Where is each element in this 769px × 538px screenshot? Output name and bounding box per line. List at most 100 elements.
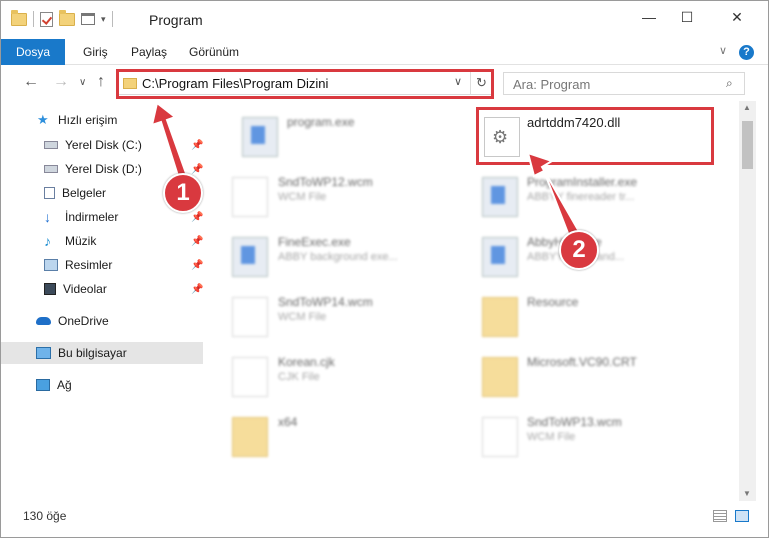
sidebar-item-label: Bu bilgisayar — [58, 346, 127, 360]
sidebar-item-label: Resimler — [65, 258, 113, 272]
address-dropdown-icon[interactable]: ∨ — [454, 75, 462, 88]
file-name: ProgramInstaller.exe — [527, 175, 638, 189]
exe-icon — [242, 117, 278, 157]
navigation-bar: ← → ∨ ↑ C:\Program Files\Program Dizini … — [1, 65, 768, 101]
address-path[interactable]: C:\Program Files\Program Dizini — [142, 76, 328, 91]
star-icon: ★ — [37, 112, 49, 127]
details-view-icon[interactable] — [713, 510, 727, 522]
vertical-scrollbar[interactable]: ▲ ▼ — [739, 101, 756, 501]
sidebar-item-label: Yerel Disk (D:) — [65, 162, 142, 176]
file-type: ABBYY finereader tr... — [527, 191, 635, 203]
file-item[interactable]: Korean.cjk CJK File — [206, 345, 451, 401]
help-icon[interactable]: ? — [739, 45, 754, 60]
sidebar-item-disk-c[interactable]: Yerel Disk (C:) 📌 — [1, 134, 203, 156]
file-name: x64 — [278, 415, 298, 429]
new-folder-icon[interactable] — [59, 9, 75, 26]
file-item[interactable]: SndToWP13.wcm WCM File — [456, 405, 701, 461]
file-name: SndToWP12.wcm — [278, 175, 373, 189]
exe-icon — [232, 237, 268, 277]
folder-icon — [11, 9, 27, 26]
sidebar-item-music[interactable]: ♪ Müzik 📌 — [1, 230, 203, 252]
download-icon: ↓ — [44, 209, 51, 225]
close-button[interactable]: ✕ — [714, 1, 760, 33]
file-name: program.exe — [287, 115, 355, 129]
tab-home[interactable]: Giriş — [73, 39, 118, 65]
search-placeholder: Ara: Program — [513, 77, 591, 92]
file-name: SndToWP13.wcm — [527, 415, 622, 429]
search-icon[interactable]: ⌕ — [726, 76, 733, 91]
file-item[interactable]: Microsoft.VC90.CRT — [456, 345, 701, 401]
properties-icon[interactable] — [40, 11, 53, 27]
sidebar-item-label: Yerel Disk (C:) — [65, 138, 142, 152]
forward-arrow-icon[interactable]: → — [53, 73, 69, 91]
folder-icon — [232, 417, 268, 457]
tab-view[interactable]: Görünüm — [179, 39, 249, 65]
maximize-button[interactable]: ☐ — [664, 1, 710, 33]
drive-icon — [44, 165, 58, 173]
file-item[interactable]: program.exe — [216, 105, 461, 161]
sidebar-item-this-pc[interactable]: Bu bilgisayar — [1, 342, 203, 364]
up-arrow-icon[interactable]: ↑ — [97, 73, 105, 91]
exe-icon — [482, 237, 518, 277]
folder-icon — [482, 357, 518, 397]
sidebar-item-quick-access[interactable]: ★ Hızlı erişim — [1, 109, 203, 131]
sidebar-item-onedrive[interactable]: OneDrive — [1, 310, 203, 332]
ribbon: Dosya Giriş Paylaş Görünüm ∨ ? — [1, 39, 768, 65]
item-count: 130 öğe — [23, 509, 67, 523]
explorer-window: ▾ Program — ☐ ✕ Dosya Giriş Paylaş Görün… — [0, 0, 769, 538]
music-icon: ♪ — [44, 233, 51, 249]
file-name: adrtddm7420.dll — [527, 115, 621, 130]
scroll-down-icon[interactable]: ▼ — [743, 489, 751, 498]
sidebar-item-network[interactable]: Ağ — [1, 374, 203, 396]
quick-access-toolbar: ▾ — [11, 9, 113, 27]
pin-icon[interactable]: 📌 — [191, 212, 203, 223]
sidebar-item-label: Ağ — [57, 378, 72, 392]
tab-file[interactable]: Dosya — [1, 39, 65, 65]
scroll-up-icon[interactable]: ▲ — [743, 103, 751, 112]
customize-icon[interactable] — [81, 13, 95, 25]
file-list: program.exe ⚙ adrtddm7420.dll SndToWP12.… — [206, 101, 739, 501]
pin-icon[interactable]: 📌 — [191, 260, 203, 271]
sidebar-item-label: Belgeler — [62, 186, 107, 200]
dll-gear-icon: ⚙ — [484, 117, 520, 157]
window-title: Program — [149, 12, 203, 28]
tab-share[interactable]: Paylaş — [121, 39, 177, 65]
drive-icon — [44, 141, 58, 149]
address-bar[interactable]: C:\Program Files\Program Dizini ∨ ↻ — [117, 71, 493, 95]
file-name: SndToWP14.wcm — [278, 295, 373, 309]
computer-icon — [36, 347, 51, 359]
step-badge-2: 2 — [559, 230, 599, 270]
pin-icon[interactable]: 📌 — [191, 164, 203, 175]
file-name: FineExec.exe — [278, 235, 351, 249]
pin-icon[interactable]: 📌 — [191, 140, 203, 151]
divider — [111, 11, 113, 27]
file-icon — [232, 357, 268, 397]
file-item[interactable]: ⚙ adrtddm7420.dll — [466, 105, 711, 161]
scrollbar-thumb[interactable] — [742, 121, 753, 169]
file-icon — [232, 177, 268, 217]
file-name: Microsoft.VC90.CRT — [527, 355, 637, 369]
cloud-icon — [36, 317, 51, 325]
pin-icon[interactable]: 📌 — [191, 284, 203, 295]
refresh-icon[interactable]: ↻ — [470, 72, 492, 94]
file-item[interactable]: x64 — [206, 405, 451, 461]
sidebar-item-label: İndirmeler — [65, 210, 119, 224]
file-type: WCM File — [527, 431, 576, 443]
file-item[interactable]: SndToWP12.wcm WCM File — [206, 165, 451, 221]
file-item[interactable]: ProgramInstaller.exe ABBYY finereader tr… — [456, 165, 701, 221]
file-item[interactable]: SndToWP14.wcm WCM File — [206, 285, 451, 341]
dropdown-icon[interactable]: ▾ — [101, 14, 106, 25]
sidebar-item-videos[interactable]: Videolar 📌 — [1, 278, 203, 300]
file-item[interactable]: Resource — [456, 285, 701, 341]
sidebar-item-pictures[interactable]: Resimler 📌 — [1, 254, 203, 276]
recent-locations-icon[interactable]: ∨ — [79, 77, 86, 88]
large-icons-view-icon[interactable] — [735, 510, 749, 522]
pin-icon[interactable]: 📌 — [191, 236, 203, 247]
status-bar: 130 öğe — [1, 501, 768, 537]
file-item[interactable]: FineExec.exe ABBY background exe... — [206, 225, 451, 281]
expand-ribbon-icon[interactable]: ∨ — [719, 44, 727, 57]
folder-icon — [482, 297, 518, 337]
back-arrow-icon[interactable]: ← — [23, 73, 39, 91]
search-input[interactable]: Ara: Program ⌕ — [503, 72, 745, 95]
file-type: CJK File — [278, 371, 320, 383]
